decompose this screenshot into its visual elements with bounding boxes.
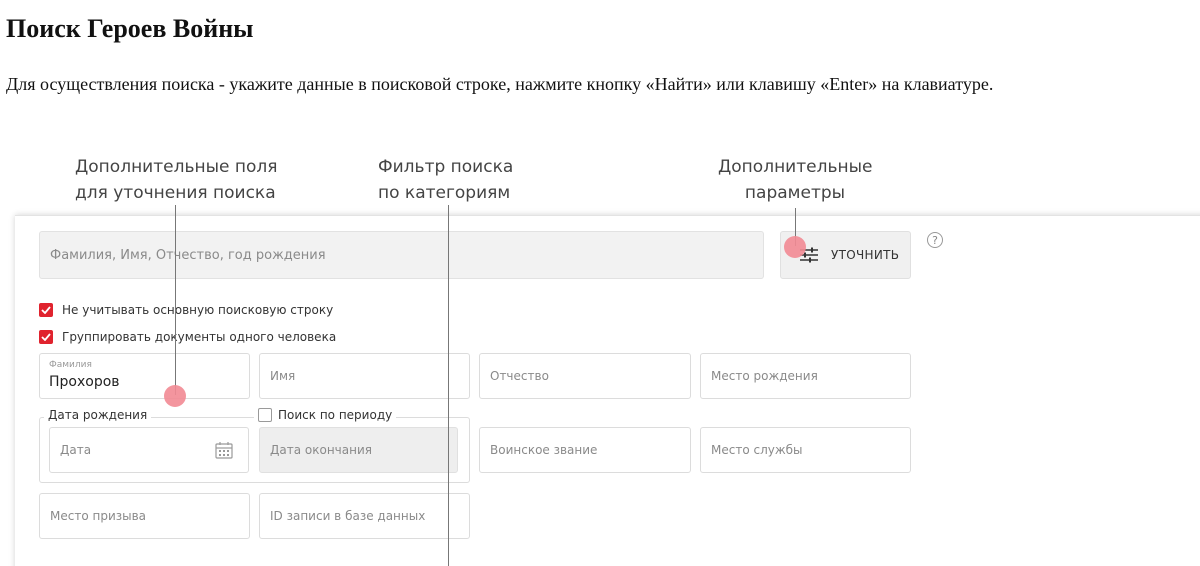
group-docs-label: Группировать документы одного человека bbox=[62, 330, 337, 344]
question-icon[interactable]: ? bbox=[927, 232, 943, 248]
record-id-input[interactable] bbox=[260, 494, 469, 538]
page-title: Поиск Героев Войны bbox=[6, 14, 254, 43]
callout-extra-params-marker bbox=[784, 236, 806, 258]
surname-label: Фамилия bbox=[49, 360, 92, 370]
patronymic-field[interactable] bbox=[479, 353, 691, 399]
record-id-field[interactable] bbox=[259, 493, 470, 539]
callout-category-filter-leader bbox=[448, 205, 449, 566]
end-date-input bbox=[260, 428, 457, 472]
ignore-main-search-label: Не учитывать основную поисковую строку bbox=[62, 303, 334, 317]
period-search-label: Поиск по периоду bbox=[278, 408, 393, 422]
refine-button-label: УТОЧНИТЬ bbox=[831, 248, 900, 262]
name-input[interactable] bbox=[260, 354, 469, 398]
search-instructions: Для осуществления поиска - укажите данны… bbox=[6, 74, 994, 94]
surname-field[interactable]: Фамилия Прохоров bbox=[39, 353, 250, 399]
callout-extra-params: Дополнительные параметры bbox=[718, 157, 873, 203]
birth-place-field[interactable] bbox=[700, 353, 911, 399]
ignore-main-search-checkbox[interactable] bbox=[39, 303, 53, 317]
draft-place-input[interactable] bbox=[40, 494, 249, 538]
callout-extra-fields: Дополнительные поля для уточнения поиска bbox=[75, 157, 278, 203]
callout-category-filter: Фильтр поиска по категориям bbox=[378, 157, 514, 203]
group-docs-option[interactable]: Группировать документы одного человека bbox=[39, 330, 336, 344]
ignore-main-search-option[interactable]: Не учитывать основную поисковую строку bbox=[39, 303, 333, 317]
birth-date-legend: Дата рождения bbox=[44, 408, 152, 422]
rank-field[interactable] bbox=[479, 427, 691, 473]
period-search-option[interactable]: Поиск по периоду bbox=[254, 408, 397, 422]
patronymic-input[interactable] bbox=[480, 354, 690, 398]
group-docs-checkbox[interactable] bbox=[39, 330, 53, 344]
main-search-field[interactable] bbox=[39, 231, 764, 279]
calendar-icon[interactable] bbox=[215, 441, 233, 459]
rank-input[interactable] bbox=[480, 428, 690, 472]
birth-place-input[interactable] bbox=[701, 354, 910, 398]
main-search-input[interactable] bbox=[40, 232, 763, 278]
date-field[interactable] bbox=[49, 427, 249, 473]
period-search-checkbox[interactable] bbox=[258, 408, 272, 422]
callout-extra-fields-leader bbox=[175, 205, 176, 395]
service-place-input[interactable] bbox=[701, 428, 910, 472]
name-field[interactable] bbox=[259, 353, 470, 399]
end-date-field bbox=[259, 427, 458, 473]
checkmark-icon bbox=[41, 333, 51, 341]
draft-place-field[interactable] bbox=[39, 493, 250, 539]
checkmark-icon bbox=[41, 306, 51, 314]
service-place-field[interactable] bbox=[700, 427, 911, 473]
surname-value: Прохоров bbox=[49, 374, 120, 390]
callout-extra-fields-marker bbox=[164, 385, 186, 407]
